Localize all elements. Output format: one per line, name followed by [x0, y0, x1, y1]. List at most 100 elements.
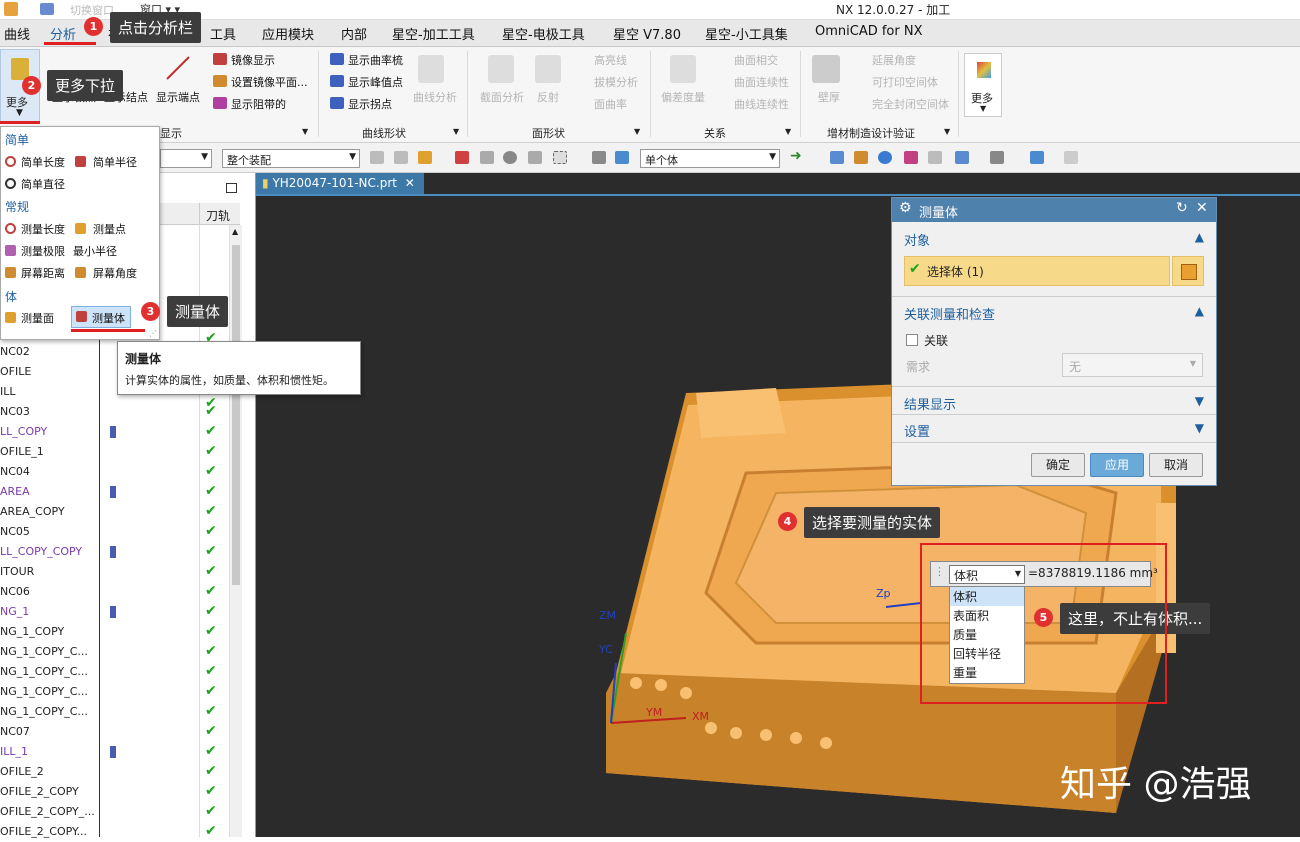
display-icon[interactable] — [955, 151, 969, 164]
operation-row[interactable]: NC05 ✔ — [0, 522, 240, 542]
show-endpoints-button[interactable]: 显示端点 — [156, 89, 200, 105]
quick-tool-icon[interactable] — [40, 3, 54, 15]
maximize-icon[interactable] — [226, 183, 237, 193]
chevron-down-icon[interactable]: ▼ — [1195, 421, 1204, 435]
measure-type-select[interactable]: 体积 ▼ — [949, 565, 1025, 584]
operation-row[interactable]: NG_1_COPY_C... ✔ — [0, 642, 240, 662]
reset-icon[interactable]: ↻ — [1176, 200, 1188, 216]
apply-button[interactable]: 应用 — [1090, 453, 1144, 477]
measure-limit-item[interactable]: 测量极限 — [21, 243, 65, 259]
tab-internal[interactable]: 内部 — [341, 24, 367, 43]
assembly-filter-combo[interactable]: 整个装配 ▼ — [222, 149, 360, 168]
operation-row[interactable]: OFILE_2_COPY... ✔ — [0, 822, 240, 842]
deviation-button[interactable]: 偏差度量 — [661, 89, 705, 105]
select-tool-icon[interactable] — [528, 151, 542, 164]
operation-row[interactable]: NG_1_COPY_C... ✔ — [0, 682, 240, 702]
dialog-titlebar[interactable]: ⚙ 测量体 ↻ ✕ — [892, 198, 1216, 222]
curve-analysis-button[interactable]: 曲线分析 — [413, 89, 457, 105]
operation-row[interactable]: LL_COPY_COPY ✔ — [0, 542, 240, 562]
group-relation-expand-icon[interactable]: ▼ — [785, 127, 791, 136]
simple-diameter-item[interactable]: 简单直径 — [21, 176, 65, 192]
simple-radius-item[interactable]: 简单半径 — [93, 154, 137, 170]
option-mass[interactable]: 质量 — [950, 625, 1024, 644]
rotate-icon[interactable] — [878, 151, 892, 164]
screen-angle-item[interactable]: 屏幕角度 — [93, 265, 137, 281]
layer-icon[interactable] — [928, 151, 942, 164]
snap-icon[interactable] — [418, 151, 432, 164]
group-additive-expand-icon[interactable]: ▼ — [944, 127, 950, 136]
measure-point-item[interactable]: 测量点 — [93, 221, 126, 237]
group-face-expand-icon[interactable]: ▼ — [634, 127, 640, 136]
operation-row[interactable]: OFILE_1 ✔ — [0, 442, 240, 462]
tab-analysis[interactable]: 分析 — [50, 24, 76, 43]
tab-xk-electrode[interactable]: 星空-电极工具 — [502, 24, 585, 43]
operation-row[interactable]: NG_1 ✔ — [0, 602, 240, 622]
section-analysis-button[interactable]: 截面分析 — [480, 89, 524, 105]
operation-row[interactable]: NG_1_COPY_C... ✔ — [0, 702, 240, 722]
operation-row[interactable]: OFILE_2_COPY_... ✔ — [0, 802, 240, 822]
close-icon[interactable]: ✕ — [1196, 200, 1208, 216]
highlight-lines-button[interactable]: 高亮线 — [594, 52, 627, 68]
printable-space-button[interactable]: 可打印空间体 — [872, 74, 938, 90]
group-curve-expand-icon[interactable]: ▼ — [453, 127, 459, 136]
tab-curve[interactable]: 曲线 — [4, 24, 30, 43]
scroll-up-icon[interactable]: ▲ — [232, 227, 238, 236]
operation-row[interactable]: OFILE_2_COPY ✔ — [0, 782, 240, 802]
chevron-up-icon[interactable]: ▲ — [1195, 304, 1204, 318]
tab-app-modules[interactable]: 应用模块 — [262, 24, 314, 43]
body-icon[interactable] — [592, 151, 606, 164]
switch-window-button[interactable]: 切换窗口 — [70, 2, 114, 18]
chevron-up-icon[interactable]: ▲ — [1195, 230, 1204, 244]
view-cube-icon[interactable] — [1030, 151, 1044, 164]
render-icon[interactable] — [990, 151, 1004, 164]
show-inflection-button[interactable]: 显示拐点 — [348, 96, 392, 112]
closed-space-button[interactable]: 完全封闭空间体 — [872, 96, 949, 112]
select-scope-combo[interactable]: 单个体 ▼ — [640, 149, 780, 168]
operation-row[interactable]: AREA_COPY ✔ — [0, 502, 240, 522]
reflection-button[interactable]: 反射 — [537, 89, 559, 105]
body-select-button[interactable] — [1172, 256, 1204, 286]
file-tab[interactable]: ▮ YH20047-101-NC.prt ✕ — [256, 173, 424, 194]
select-tool-icon[interactable] — [394, 151, 408, 164]
arrow-right-icon[interactable]: ➜ — [790, 148, 802, 164]
box-select-icon[interactable] — [553, 151, 567, 164]
toolpath-column-header[interactable]: 刀轨 — [206, 207, 230, 224]
zoom-icon[interactable] — [854, 151, 868, 164]
curve-continuity-button[interactable]: 曲线连续性 — [734, 96, 789, 112]
measure-face-item[interactable]: 测量面 — [21, 310, 54, 326]
face-intersect-button[interactable]: 曲面相交 — [734, 52, 778, 68]
select-tool-icon[interactable] — [480, 151, 494, 164]
operation-row[interactable]: NC06 ✔ — [0, 582, 240, 602]
operation-row[interactable]: NG_1_COPY ✔ — [0, 622, 240, 642]
cube-icon[interactable] — [615, 151, 629, 164]
operation-row[interactable]: NC03 ✔ — [0, 402, 240, 422]
type-filter-combo[interactable]: ▼ — [160, 149, 212, 168]
assoc-checkbox[interactable] — [906, 334, 918, 346]
thickness-button[interactable]: 壁厚 — [818, 89, 840, 105]
operation-row[interactable]: OFILE_2 ✔ — [0, 762, 240, 782]
point-icon[interactable] — [455, 151, 469, 164]
option-weight[interactable]: 重量 — [950, 663, 1024, 682]
face-continuity-button[interactable]: 曲面连续性 — [734, 74, 789, 90]
set-mirror-plane-button[interactable]: 设置镜像平面... — [231, 74, 308, 90]
tab-tools[interactable]: 工具 — [210, 24, 236, 43]
tab-xk-machining[interactable]: 星空-加工工具 — [392, 24, 475, 43]
select-body-row[interactable]: ✔ 选择体 (1) — [904, 256, 1170, 286]
screen-distance-item[interactable]: 屏幕距离 — [21, 265, 65, 281]
measure-length-item[interactable]: 测量长度 — [21, 221, 65, 237]
tab-omnicad[interactable]: OmniCAD for NX — [815, 24, 923, 39]
mirror-show-button[interactable]: 镜像显示 — [231, 52, 275, 68]
ok-button[interactable]: 确定 — [1031, 453, 1085, 477]
operation-row[interactable]: NC07 ✔ — [0, 722, 240, 742]
min-radius-item[interactable]: 最小半径 — [73, 243, 117, 259]
operation-row[interactable]: NG_1_COPY_C... ✔ — [0, 662, 240, 682]
cancel-button[interactable]: 取消 — [1149, 453, 1203, 477]
more-right-button[interactable]: 更多 ▼ — [964, 53, 1002, 117]
operation-row[interactable]: AREA ✔ — [0, 482, 240, 502]
option-surface-area[interactable]: 表面积 — [950, 606, 1024, 625]
show-peak-button[interactable]: 显示峰值点 — [348, 74, 403, 90]
circle-icon[interactable] — [503, 151, 517, 164]
option-radius-gyration[interactable]: 回转半径 — [950, 644, 1024, 663]
face-curvature-button[interactable]: 面曲率 — [594, 96, 627, 112]
operation-row[interactable]: ILL_1 ✔ — [0, 742, 240, 762]
